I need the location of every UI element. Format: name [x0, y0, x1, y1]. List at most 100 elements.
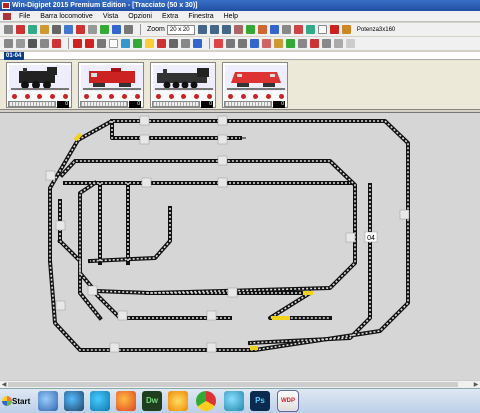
book-icon[interactable]: [233, 25, 243, 34]
scroll-thumb[interactable]: [8, 382, 458, 387]
firefox-icon[interactable]: [116, 391, 136, 411]
menu-vista[interactable]: Vista: [98, 13, 123, 20]
ctrl-btn[interactable]: [122, 93, 128, 99]
monitor-icon[interactable]: [193, 39, 202, 48]
loco-card-1[interactable]: 0: [6, 62, 72, 108]
flag-icon[interactable]: [286, 39, 295, 48]
signal-icon[interactable]: [52, 25, 61, 34]
ctrl-btn[interactable]: [50, 93, 56, 99]
ctrl-btn[interactable]: [63, 93, 69, 99]
ctrl-btn[interactable]: [135, 93, 141, 99]
zoom-in-icon[interactable]: [197, 25, 207, 34]
ctrl-btn[interactable]: [240, 93, 246, 99]
gauge-icon[interactable]: [322, 39, 331, 48]
track-layout-canvas[interactable]: 04: [0, 112, 480, 380]
page-icon[interactable]: [317, 25, 327, 34]
track-tool-icon[interactable]: [4, 25, 13, 34]
menu-barra-locomotive[interactable]: Barra locomotive: [35, 13, 98, 20]
ctrl-btn[interactable]: [155, 93, 161, 99]
lock-icon[interactable]: [40, 39, 49, 48]
edge-icon[interactable]: [90, 391, 110, 411]
menu-finestra[interactable]: Finestra: [183, 13, 218, 20]
ctrl-btn[interactable]: [279, 93, 285, 99]
settings-icon[interactable]: [168, 391, 188, 411]
ctrl-btn[interactable]: [24, 93, 30, 99]
alarm-icon[interactable]: [293, 25, 303, 34]
speed-slider-2[interactable]: [80, 101, 128, 107]
move-icon[interactable]: [16, 39, 25, 48]
record-icon[interactable]: [52, 39, 61, 48]
light-icon[interactable]: [145, 39, 154, 48]
loco-card-3[interactable]: 0: [150, 62, 216, 108]
cursor-icon[interactable]: [269, 25, 279, 34]
arrow-up-icon[interactable]: [97, 39, 106, 48]
inkscape-icon[interactable]: [38, 391, 58, 411]
x-icon[interactable]: [157, 39, 166, 48]
ctrl-btn[interactable]: [266, 93, 272, 99]
photoshop-icon[interactable]: Ps: [250, 391, 270, 411]
dreamweaver-icon[interactable]: Dw: [142, 391, 162, 411]
rail-icon[interactable]: [169, 39, 178, 48]
zoom-out-icon[interactable]: [209, 25, 219, 34]
menu-opzioni[interactable]: Opzioni: [123, 13, 157, 20]
diagram-icon[interactable]: [257, 25, 267, 34]
horizontal-scrollbar[interactable]: ◀ ▶: [0, 380, 480, 388]
track-diagram[interactable]: 04: [0, 113, 480, 381]
sign-icon[interactable]: [226, 39, 235, 48]
signal2-icon[interactable]: [181, 39, 190, 48]
ctrl-btn[interactable]: [168, 93, 174, 99]
info-icon[interactable]: [112, 25, 121, 34]
lines-icon[interactable]: [346, 39, 355, 48]
ctrl-btn[interactable]: [194, 93, 200, 99]
ctrl-btn[interactable]: [83, 93, 89, 99]
ctrl-btn[interactable]: [181, 93, 187, 99]
tag-icon[interactable]: [262, 39, 271, 48]
emergency-icon[interactable]: [76, 25, 85, 34]
switch-icon[interactable]: [64, 25, 73, 34]
select-icon[interactable]: [4, 39, 13, 48]
start-button[interactable]: Start: [1, 392, 31, 411]
thunderbird-icon[interactable]: [64, 391, 84, 411]
help-icon[interactable]: [250, 39, 259, 48]
warn-icon[interactable]: [310, 39, 319, 48]
ctrl-btn[interactable]: [96, 93, 102, 99]
grid-icon[interactable]: [88, 25, 97, 34]
stop-icon[interactable]: [16, 25, 25, 34]
tab-01-04[interactable]: 01-04: [4, 52, 24, 60]
ctrl-btn[interactable]: [11, 93, 17, 99]
stop2-icon[interactable]: [214, 39, 223, 48]
zoom-select[interactable]: 20 x 20: [166, 24, 195, 35]
check-icon[interactable]: [305, 25, 315, 34]
ctrl-btn[interactable]: [37, 93, 43, 99]
ctrl-btn[interactable]: [207, 93, 213, 99]
play-icon[interactable]: [100, 25, 109, 34]
swallow-icon[interactable]: [224, 391, 244, 411]
fire-icon[interactable]: [329, 25, 339, 34]
speed-slider-3[interactable]: [152, 101, 200, 107]
print-icon[interactable]: [124, 25, 133, 34]
wrench-icon[interactable]: [238, 39, 247, 48]
zoom-fit-icon[interactable]: [221, 25, 231, 34]
train-icon[interactable]: [274, 39, 283, 48]
ctrl-btn[interactable]: [227, 93, 233, 99]
chrome-icon[interactable]: [196, 391, 216, 411]
document-icon[interactable]: [3, 13, 11, 20]
loco-card-2[interactable]: 0: [78, 62, 144, 108]
cursor-arrow-icon[interactable]: [28, 39, 37, 48]
water-icon[interactable]: [121, 39, 130, 48]
start-icon[interactable]: [245, 25, 255, 34]
menu-file[interactable]: File: [14, 13, 35, 20]
go-icon[interactable]: [133, 39, 142, 48]
wdp-icon[interactable]: WDP: [277, 390, 299, 412]
menu-extra[interactable]: Extra: [157, 13, 183, 20]
ctrl-btn[interactable]: [109, 93, 115, 99]
red-button-2-icon[interactable]: [85, 39, 94, 48]
ruler-icon[interactable]: [334, 39, 343, 48]
speed-slider-4[interactable]: [224, 101, 272, 107]
menu-help[interactable]: Help: [219, 13, 243, 20]
tools-icon[interactable]: [281, 25, 291, 34]
ctrl-btn[interactable]: [253, 93, 259, 99]
blank-icon[interactable]: [109, 39, 118, 48]
loco-icon[interactable]: [40, 25, 49, 34]
list-icon[interactable]: [298, 39, 307, 48]
